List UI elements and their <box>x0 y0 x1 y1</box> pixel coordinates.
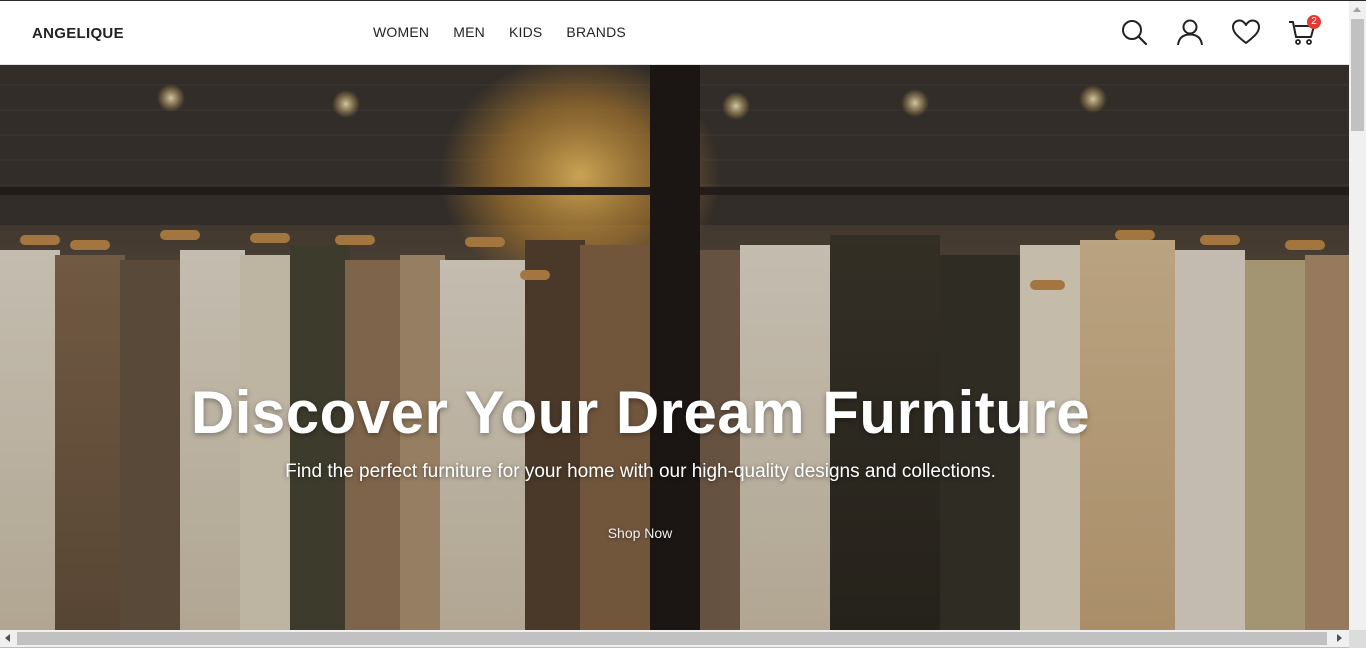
scroll-left-icon[interactable] <box>5 634 10 642</box>
scroll-right-icon[interactable] <box>1337 634 1342 642</box>
hero-subtitle: Find the perfect furniture for your home… <box>285 461 996 482</box>
cart-count-badge: 2 <box>1307 15 1321 29</box>
scroll-up-icon[interactable] <box>1353 7 1361 12</box>
nav-item-men[interactable]: MEN <box>453 24 485 40</box>
search-icon[interactable] <box>1119 17 1151 49</box>
vertical-scroll-thumb[interactable] <box>1351 19 1364 131</box>
user-icon[interactable] <box>1175 17 1207 49</box>
header-actions: 2 <box>1119 15 1321 49</box>
heart-icon[interactable] <box>1231 17 1263 49</box>
nav-item-women[interactable]: WOMEN <box>373 24 429 40</box>
brand-logo[interactable]: ANGELIQUE <box>32 25 124 42</box>
main-nav: WOMEN MEN KIDS BRANDS <box>373 24 626 40</box>
hero-banner: Discover Your Dream Furniture Find the p… <box>0 65 1349 630</box>
cart-icon[interactable]: 2 <box>1287 15 1321 49</box>
nav-item-kids[interactable]: KIDS <box>509 24 542 40</box>
site-header: ANGELIQUE WOMEN MEN KIDS BRANDS 2 <box>0 1 1349 65</box>
hero-title: Discover Your Dream Furniture <box>190 379 1091 446</box>
vertical-scrollbar[interactable] <box>1349 1 1366 630</box>
horizontal-scroll-thumb[interactable] <box>17 632 1327 645</box>
horizontal-scrollbar[interactable] <box>0 630 1349 647</box>
scrollbar-corner <box>1349 630 1366 648</box>
shop-now-button[interactable]: Shop Now <box>590 520 690 546</box>
nav-item-brands[interactable]: BRANDS <box>566 24 626 40</box>
